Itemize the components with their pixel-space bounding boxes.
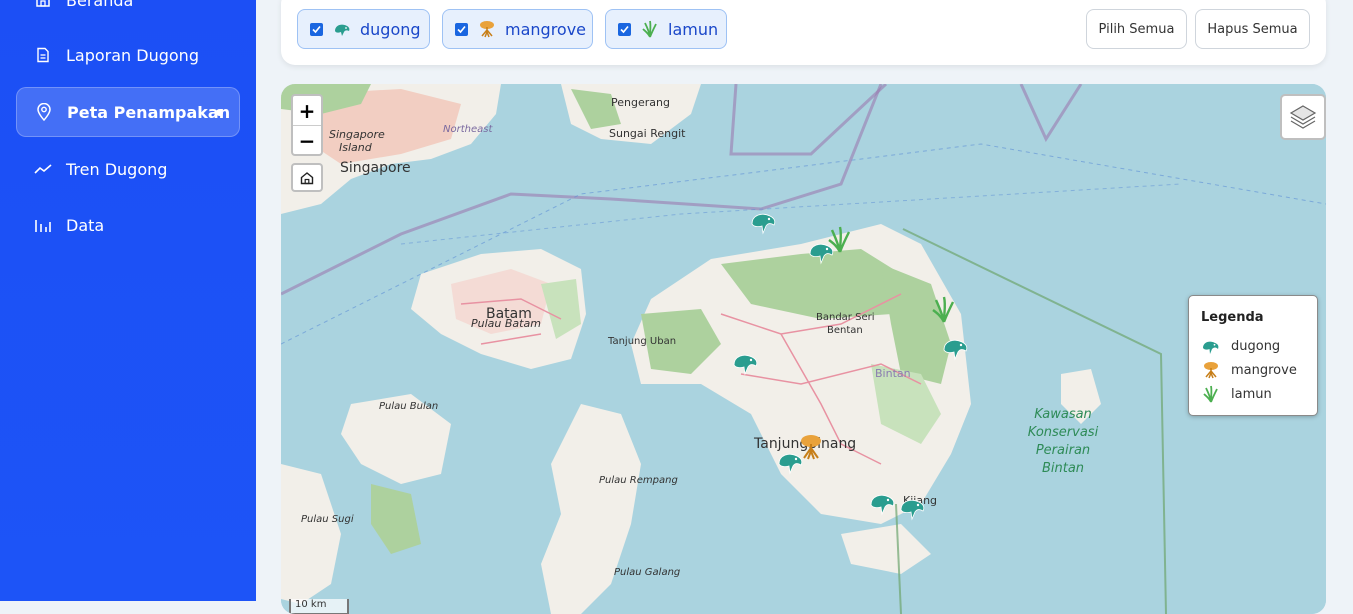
map-view[interactable]: Pengerang Sungai Rengit Singapore Island… [281,84,1326,614]
trend-icon [34,160,52,178]
mangrove-icon [1204,362,1218,379]
filter-chip-label: lamun [668,19,719,39]
legend-item-dugong: dugong [1201,336,1280,356]
map-pin-icon [35,103,53,121]
sidebar-item-label: Beranda [66,0,134,10]
bar-chart-icon [34,216,52,234]
dugong-marker[interactable] [776,446,806,476]
filter-chip-dugong[interactable]: dugong [297,9,430,49]
dugong-marker[interactable] [898,492,928,522]
dugong-icon [335,24,350,36]
map-label-kawasan-konservasi: Kawasan Konservasi Perairan Bintan [1027,407,1099,476]
map-label-bintan: Bintan [875,367,911,380]
map-label-pulau-bulan: Pulau Bulan [379,401,439,412]
map-label-pulau-rempang: Pulau Rempang [599,475,678,486]
checkbox-checked-icon[interactable] [455,22,468,36]
map-label-singapore-island: Singapore [329,128,385,141]
dugong-marker[interactable] [868,487,898,517]
sidebar-item-label: Laporan Dugong [66,45,199,65]
sidebar-item-label: Peta Penampakan [67,102,231,122]
zoom-control: + − [291,94,323,156]
mangrove-icon [480,21,494,38]
map-scale-bar: 10 km [289,599,349,614]
map-label-bandar-seri-bentan: Bentan [827,325,863,336]
seagrass-icon [642,20,657,38]
checkbox-checked-icon[interactable] [310,22,323,36]
map-label-tanjung-uban: Tanjung Uban [608,336,677,347]
layers-toggle-button[interactable] [1280,94,1326,140]
sidebar-item-laporan-dugong[interactable]: Laporan Dugong [16,30,240,80]
map-label-singapore-island: Island [339,141,372,154]
legend-item-lamun: lamun [1201,384,1272,404]
sidebar: Beranda Laporan Dugong Peta Penampakan T… [0,0,256,601]
sidebar-item-label: Data [66,215,105,235]
active-indicator-dot [216,109,223,116]
sidebar-item-peta-penampakan[interactable]: Peta Penampakan [16,87,240,137]
sidebar-item-data[interactable]: Data [16,200,240,250]
filter-chip-label: mangrove [505,19,587,39]
map-label-bandar-seri-bentan: Bandar Seri [816,312,875,323]
home-icon [300,171,314,184]
dugong-marker[interactable] [731,347,761,377]
select-all-button[interactable]: Pilih Semua [1086,9,1187,49]
checkbox-checked-icon[interactable] [618,22,631,36]
filter-chip-label: dugong [360,19,421,39]
sidebar-item-beranda[interactable]: Beranda [16,0,240,25]
seagrass-icon [1203,385,1218,403]
filter-chip-mangrove[interactable]: mangrove [442,9,593,49]
layer-filter-card: dugong mangrove lamun Pilih Semua Hapus … [281,0,1326,65]
main-content: dugong mangrove lamun Pilih Semua Hapus … [256,0,1353,614]
filter-chip-lamun[interactable]: lamun [605,9,727,49]
map-label-pulau-galang: Pulau Galang [614,567,681,578]
map-label-pengerang: Pengerang [611,96,670,109]
layers-icon [1289,105,1317,129]
zoom-in-button[interactable]: + [293,96,321,126]
sidebar-item-label: Tren Dugong [66,159,168,179]
clear-all-button[interactable]: Hapus Semua [1195,9,1310,49]
zoom-out-button[interactable]: − [293,126,321,155]
map-legend: Legenda dugong mangrove lamun [1188,295,1318,416]
map-label-pulau-sugi: Pulau Sugi [301,514,354,525]
map-tiles [281,84,1326,614]
document-icon [34,46,52,64]
sidebar-item-tren-dugong[interactable]: Tren Dugong [16,144,240,194]
map-label-sungai-rengit: Sungai Rengit [609,127,686,140]
legend-item-mangrove: mangrove [1201,360,1297,380]
map-label-pulau-batam: Pulau Batam [471,317,541,330]
seagrass-marker[interactable] [929,294,959,324]
map-label-northeast: Northeast [443,124,493,135]
dugong-marker[interactable] [749,206,779,236]
dugong-icon [1203,341,1219,354]
home-icon [34,0,52,9]
reset-view-button[interactable] [291,163,323,192]
seagrass-marker[interactable] [825,224,855,254]
map-label-singapore: Singapore [340,160,411,176]
legend-title: Legenda [1201,310,1264,325]
dugong-marker[interactable] [941,332,971,362]
